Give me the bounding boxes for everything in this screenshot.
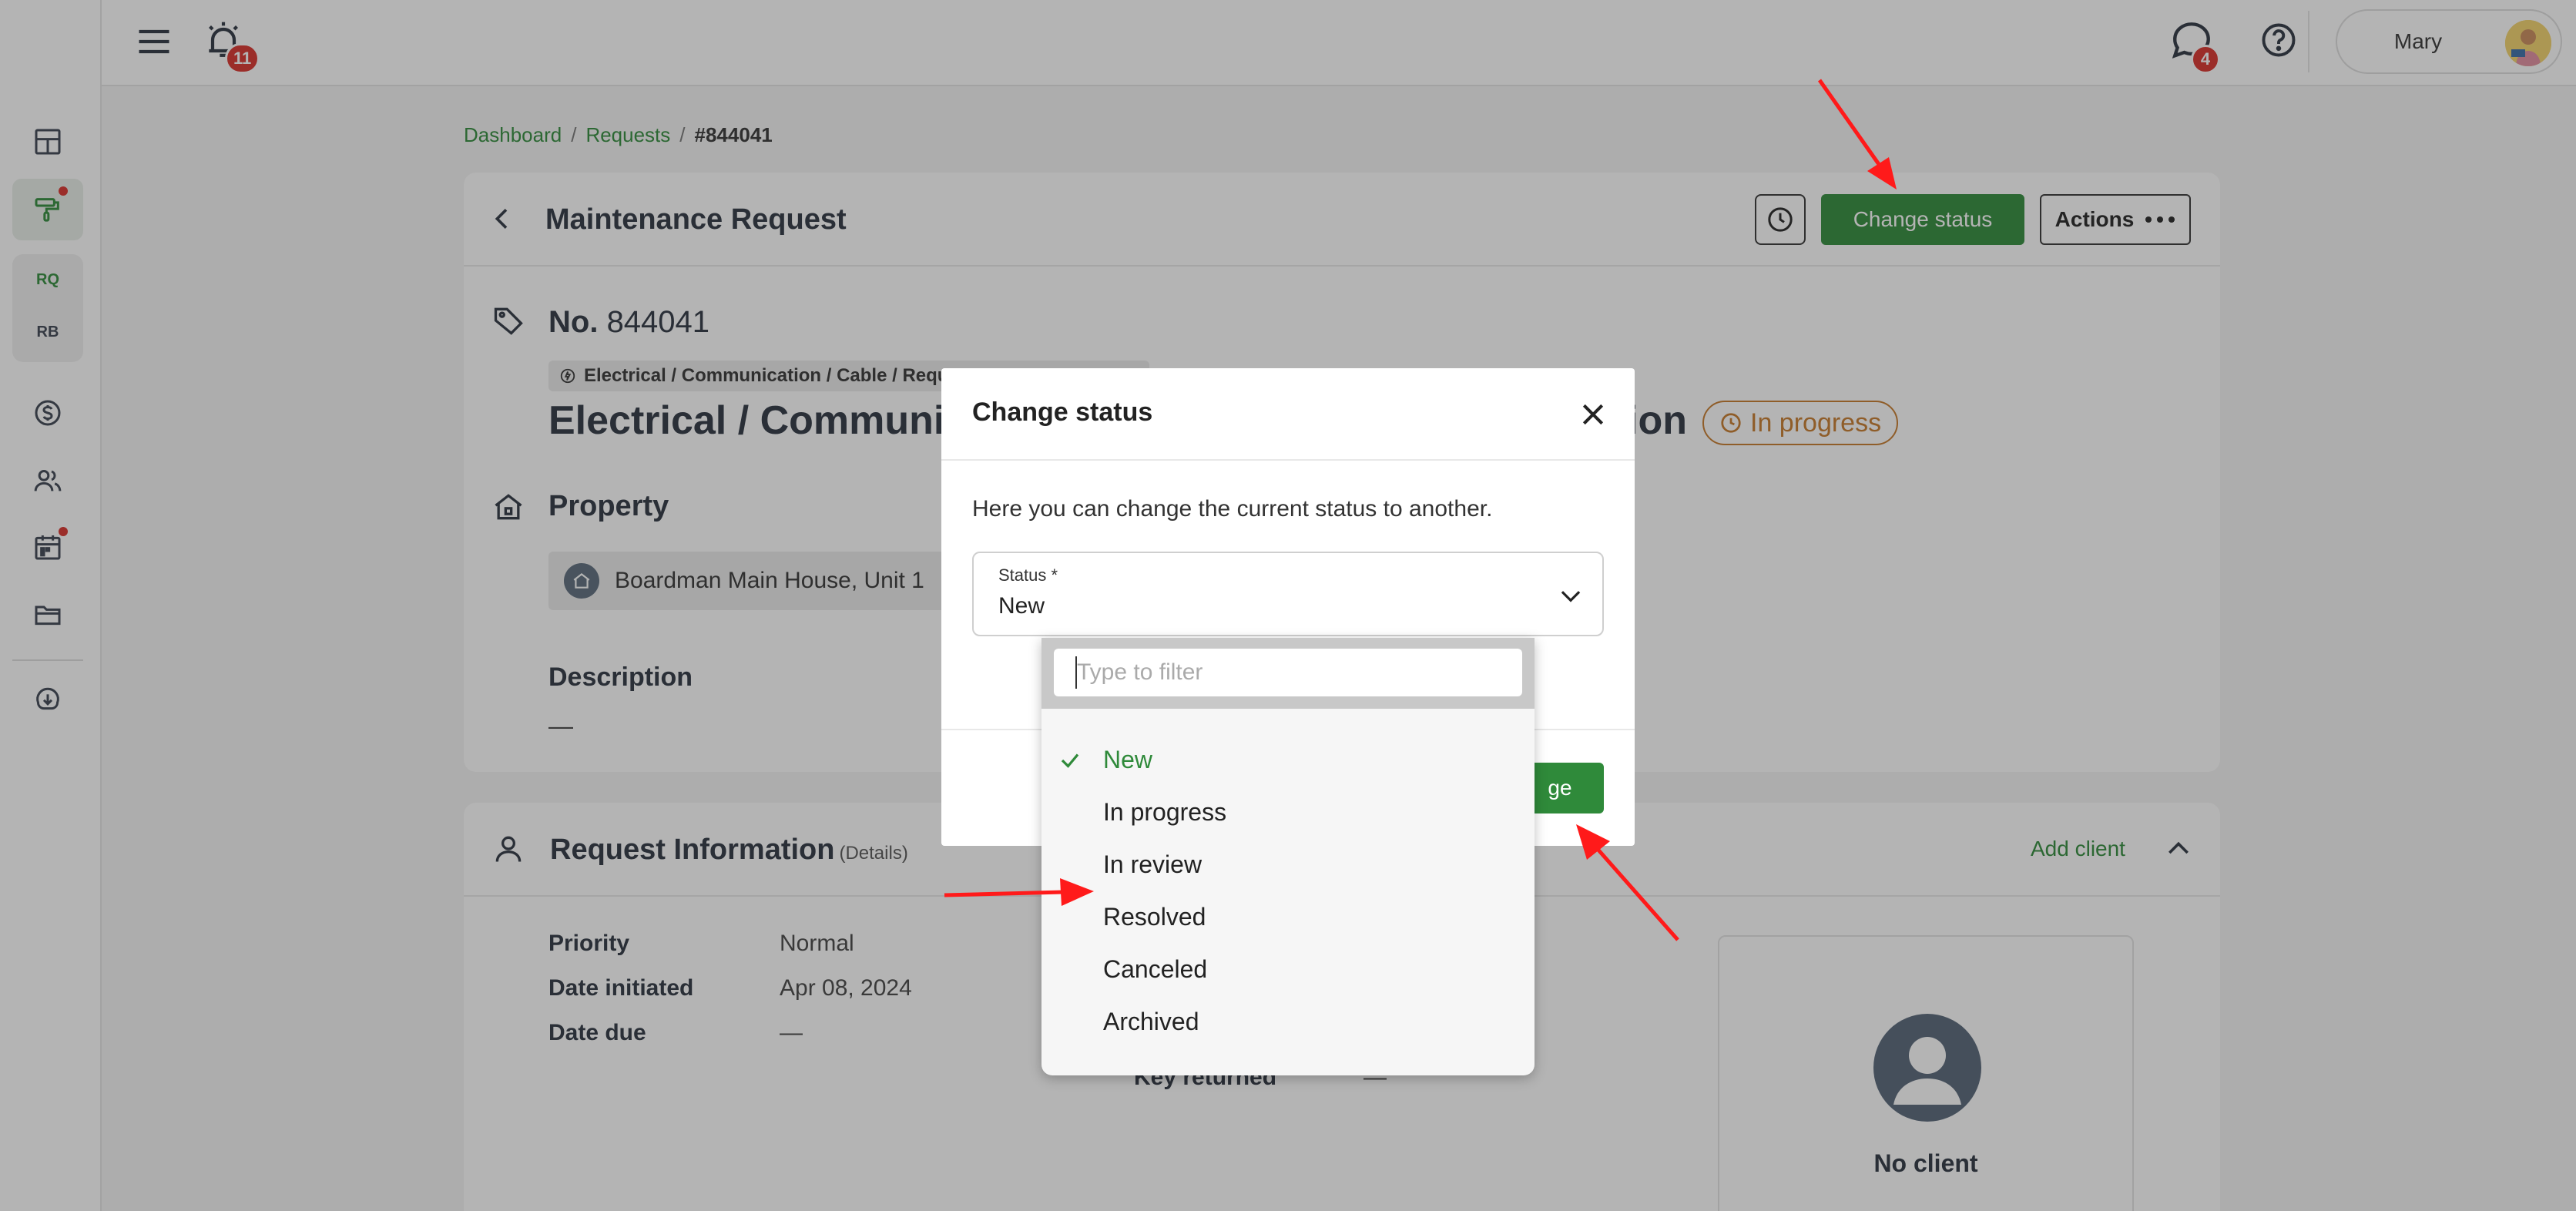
save-change-label: ge	[1548, 776, 1572, 800]
status-select[interactable]: Status * New	[972, 552, 1604, 636]
status-option-archived[interactable]: Archived	[1041, 995, 1535, 1048]
status-option-label: New	[1103, 745, 1153, 773]
status-option-label: In progress	[1103, 797, 1227, 826]
modal-title: Change status	[972, 398, 1153, 427]
close-icon[interactable]	[1578, 399, 1608, 430]
status-option-label: In review	[1103, 850, 1202, 878]
status-option-new[interactable]: New	[1041, 733, 1535, 786]
status-dropdown: New In progress In review Resolved Cance…	[1041, 638, 1535, 1075]
modal-description: Here you can change the current status t…	[972, 496, 1493, 522]
status-option-label: Canceled	[1103, 954, 1208, 983]
modal-header: Change status	[941, 368, 1635, 461]
check-icon	[1061, 753, 1079, 768]
status-option-in-progress[interactable]: In progress	[1041, 786, 1535, 838]
status-field-label: Status *	[998, 565, 1058, 585]
text-caret	[1075, 656, 1077, 689]
filter-input[interactable]	[1054, 649, 1522, 696]
status-option-in-review[interactable]: In review	[1041, 838, 1535, 891]
status-option-label: Resolved	[1103, 902, 1206, 931]
status-option-label: Archived	[1103, 1007, 1199, 1035]
status-option-resolved[interactable]: Resolved	[1041, 891, 1535, 943]
chevron-down-icon	[1561, 591, 1581, 602]
filter-wrapper	[1041, 638, 1535, 709]
status-option-canceled[interactable]: Canceled	[1041, 943, 1535, 995]
status-field-value: New	[998, 593, 1045, 619]
